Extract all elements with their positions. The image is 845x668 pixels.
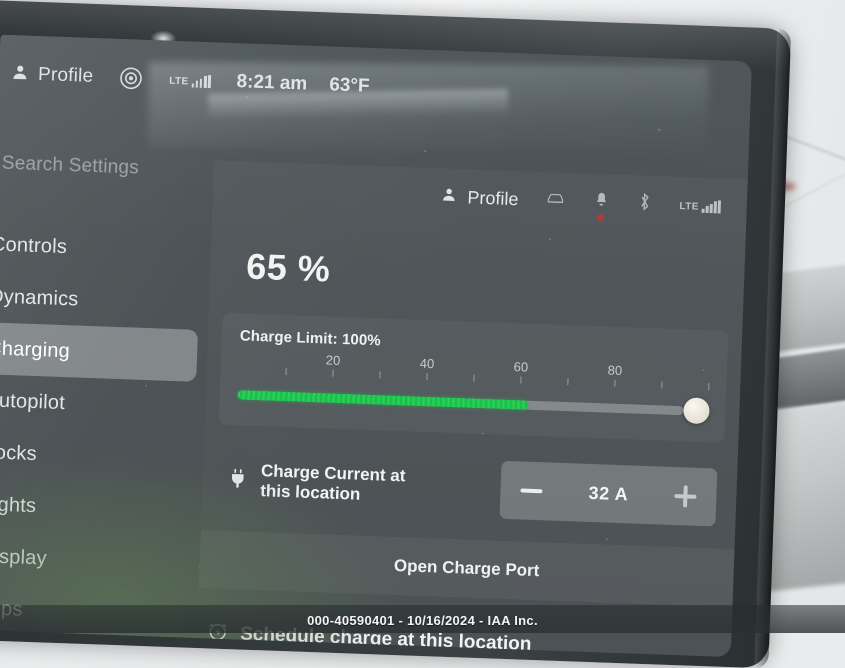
open-charge-port-button[interactable]: Open Charge Port: [198, 530, 735, 608]
bell-icon[interactable]: [593, 190, 609, 221]
sidebar-item-locks[interactable]: Locks: [0, 426, 194, 485]
record-circle-icon[interactable]: [119, 66, 144, 91]
sidebar-item-display[interactable]: Display: [0, 530, 191, 589]
scale-tick: [379, 371, 381, 379]
scale-tick-label: 60: [513, 359, 529, 375]
scale-tick: [520, 376, 522, 384]
panel-header: Profile LTE: [212, 160, 748, 235]
os-status-bar: Profile LTE 8:21 am 63°F: [0, 57, 751, 118]
charge-plug-icon: [228, 468, 247, 494]
open-charge-port-label: Open Charge Port: [393, 556, 540, 581]
sidebar-item-label: Controls: [0, 232, 68, 258]
panel-header-icons: LTE: [545, 189, 722, 221]
sidebar-item-dynamics[interactable]: Dynamics: [0, 270, 200, 329]
slider-fill-battery-level: [237, 390, 528, 410]
status-lte-signal: LTE: [169, 73, 211, 88]
lte-signal-icon: LTE: [679, 198, 722, 213]
sidebar-item-label: Lights: [0, 492, 37, 517]
bluetooth-icon[interactable]: [637, 192, 651, 215]
sidebar-item-charging[interactable]: Charging: [0, 322, 199, 382]
scale-tick: [614, 379, 616, 387]
battery-percentage: 65 %: [245, 245, 332, 290]
scale-tick: [426, 373, 428, 381]
watermark-text: 000-40590401 - 10/16/2024 - IAA Inc.: [307, 613, 538, 628]
scale-tick: [332, 369, 334, 377]
scale-tick-label: 80: [607, 362, 623, 379]
sidebar-item-lights[interactable]: Lights: [0, 478, 192, 537]
status-profile-label: Profile: [37, 63, 94, 87]
panel-profile-button[interactable]: Profile: [441, 186, 519, 210]
sidebar-item-label: Autopilot: [0, 388, 66, 414]
car-icon[interactable]: [545, 190, 565, 212]
panel-profile-label: Profile: [467, 186, 519, 209]
center-touchscreen[interactable]: Profile LTE 8:21 am 63°F Search Settings: [0, 34, 752, 658]
settings-sidebar[interactable]: Controls Dynamics Charging Autopilot Locks Li…: [0, 218, 202, 641]
touchscreen-bezel: Profile LTE 8:21 am 63°F Search Settings: [0, 0, 792, 668]
person-icon: [11, 63, 30, 87]
charge-current-row: Charge Current at this location 32 A: [216, 451, 724, 527]
sidebar-item-label: Display: [0, 544, 48, 570]
sidebar-item-label: Locks: [0, 440, 38, 465]
notification-badge: [596, 213, 605, 221]
signal-bars-icon: [191, 74, 211, 88]
search-settings-input[interactable]: Search Settings: [1, 153, 139, 180]
sidebar-item-label: Charging: [0, 336, 71, 362]
scale-tick: [473, 374, 475, 382]
scale-tick-label: 40: [419, 355, 435, 372]
sidebar-item-controls[interactable]: Controls: [0, 218, 202, 277]
search-placeholder-text: Search Settings: [1, 152, 140, 179]
status-temperature: 63°F: [328, 74, 370, 97]
status-clock: 8:21 am 63°F: [236, 71, 370, 97]
charge-limit-card: Charge Limit: 100% 20 40 60 80: [218, 312, 729, 443]
charge-current-label: Charge Current at this location: [260, 461, 406, 506]
scale-tick: [567, 378, 569, 386]
status-profile-button[interactable]: Profile: [11, 63, 94, 89]
charging-settings-panel: Profile LTE 65 % Charge Limit: 100% 20 4…: [197, 160, 748, 658]
sidebar-item-autopilot[interactable]: Autopilot: [0, 374, 196, 433]
increase-current-button[interactable]: [674, 485, 697, 508]
scale-tick: [661, 381, 663, 389]
scale-tick: [708, 383, 710, 391]
scale-tick-label: 20: [325, 352, 341, 368]
decrease-current-button[interactable]: [520, 488, 543, 494]
slider-fill-texture: [237, 390, 528, 410]
charge-current-stepper[interactable]: 32 A: [499, 460, 718, 527]
signal-bars-icon: [701, 199, 722, 213]
scale-tick: [285, 368, 287, 376]
slider-handle[interactable]: [683, 397, 710, 425]
status-lte-label: LTE: [169, 75, 189, 87]
charge-current-value: 32 A: [588, 482, 629, 504]
person-icon: [441, 186, 458, 208]
sidebar-item-label: Dynamics: [0, 284, 79, 311]
